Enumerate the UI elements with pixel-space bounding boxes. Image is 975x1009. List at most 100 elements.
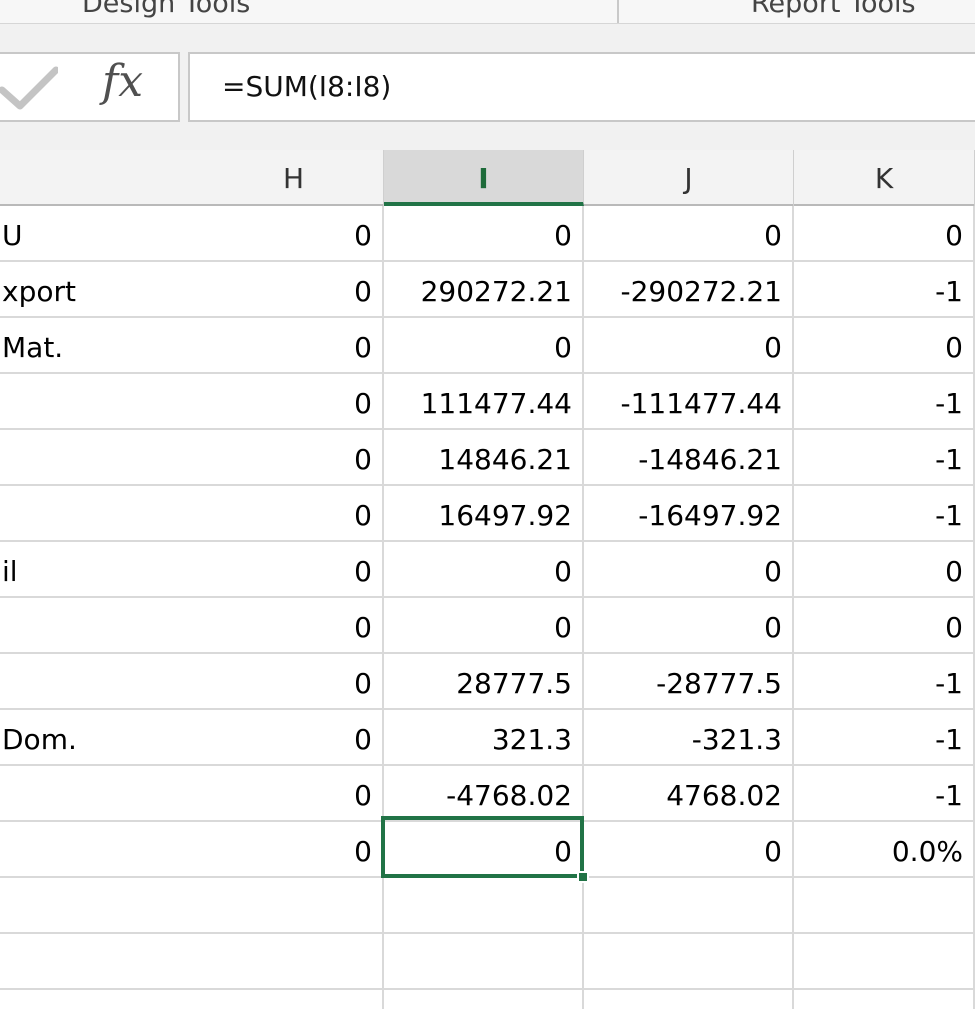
cell-i[interactable]: 111477.44 (384, 374, 584, 430)
cell-j[interactable]: 0 (584, 206, 794, 262)
cell-k[interactable]: -1 (794, 486, 975, 542)
row-label-cell[interactable] (0, 822, 204, 878)
cell-i[interactable]: 14846.21 (384, 430, 584, 486)
formula-buttons: fx (0, 52, 180, 122)
cell-k[interactable]: -1 (794, 262, 975, 318)
cell-h[interactable]: 0 (204, 654, 384, 710)
cell-j[interactable]: 0 (584, 822, 794, 878)
formula-input[interactable]: =SUM(I8:I8) (188, 52, 975, 122)
cell-k[interactable]: -1 (794, 374, 975, 430)
cell-k[interactable]: 0 (794, 206, 975, 262)
cell-h[interactable]: 0 (204, 542, 384, 598)
column-header-k[interactable]: K (794, 150, 975, 206)
cell-h[interactable]: 0 (204, 710, 384, 766)
row-label-cell[interactable] (0, 598, 204, 654)
cell-i[interactable] (384, 878, 584, 934)
row-label-cell[interactable] (0, 374, 204, 430)
formula-bar: fx =SUM(I8:I8) (0, 24, 975, 150)
cell-k[interactable]: -1 (794, 654, 975, 710)
row-label-cell[interactable] (0, 990, 204, 1009)
row-label-cell[interactable] (0, 430, 204, 486)
row-label-cell[interactable]: U (0, 206, 204, 262)
cell-k[interactable] (794, 878, 975, 934)
column-header-g[interactable] (0, 150, 204, 206)
cell-j[interactable] (584, 878, 794, 934)
table-row: U0000 (0, 206, 975, 262)
cell-h[interactable]: 0 (204, 318, 384, 374)
row-label-cell[interactable] (0, 766, 204, 822)
cell-i[interactable]: 28777.5 (384, 654, 584, 710)
cell-i[interactable]: 0 (384, 822, 584, 878)
cell-h[interactable]: 0 (204, 822, 384, 878)
cell-h[interactable] (204, 878, 384, 934)
cell-i[interactable] (384, 934, 584, 990)
cell-i[interactable]: 0 (384, 542, 584, 598)
table-row: Dom. 0 321.3 -321.3 -1 (0, 710, 975, 766)
cell-j[interactable]: -14846.21 (584, 430, 794, 486)
row-label-cell[interactable]: xport (0, 262, 204, 318)
cell-h[interactable]: 0 (204, 262, 384, 318)
cell-j[interactable]: 0 (584, 318, 794, 374)
spreadsheet-grid: H I J K U 0 0 0 0 xport 0 290272.21 -290272.21 -1… (0, 150, 975, 1009)
cell-j[interactable] (584, 934, 794, 990)
cell-j[interactable]: -16497.92 (584, 486, 794, 542)
ribbon-tab-design-tools[interactable]: Design Tools (82, 0, 250, 19)
cell-k[interactable]: -1 (794, 430, 975, 486)
cell-k[interactable] (794, 934, 975, 990)
column-header-j[interactable]: J (584, 150, 794, 206)
cell-j[interactable] (584, 990, 794, 1009)
cell-h[interactable]: 0 (204, 206, 384, 262)
cell-k[interactable]: 0 (794, 598, 975, 654)
check-icon[interactable] (0, 66, 58, 110)
cell-j[interactable]: -111477.44 (584, 374, 794, 430)
cell-i[interactable]: -4768.02 (384, 766, 584, 822)
row-label-cell[interactable] (0, 878, 204, 934)
row-label-cell[interactable]: il (0, 542, 204, 598)
cell-k[interactable] (794, 990, 975, 1009)
cell-i[interactable]: 290272.21 (384, 262, 584, 318)
cell-h[interactable]: 0 (204, 598, 384, 654)
column-header-h[interactable]: H (204, 150, 384, 206)
row-label-cell[interactable] (0, 934, 204, 990)
table-row: 0 28777.5 -28777.5 -1 (0, 654, 975, 710)
ribbon-tab-report-tools[interactable]: Report Tools (751, 0, 916, 19)
column-header-row: H I J K (0, 150, 975, 206)
row-label-cell[interactable] (0, 654, 204, 710)
table-row (0, 934, 975, 990)
cell-k[interactable]: -1 (794, 766, 975, 822)
table-row: 0 111477.44 -111477.44 -1 (0, 374, 975, 430)
row-label-cell[interactable] (0, 486, 204, 542)
cell-h[interactable] (204, 990, 384, 1009)
cell-i[interactable]: 0 (384, 206, 584, 262)
cell-i[interactable] (384, 990, 584, 1009)
cell-j[interactable]: 4768.02 (584, 766, 794, 822)
cell-h[interactable]: 0 (204, 430, 384, 486)
cell-k[interactable]: 0 (794, 542, 975, 598)
cell-k[interactable]: 0 (794, 318, 975, 374)
cell-h[interactable]: 0 (204, 374, 384, 430)
cell-j[interactable]: -290272.21 (584, 262, 794, 318)
fx-icon[interactable]: fx (102, 56, 143, 107)
cell-j[interactable]: 0 (584, 598, 794, 654)
table-row (0, 990, 975, 1009)
cell-h[interactable]: 0 (204, 486, 384, 542)
cell-k[interactable]: 0.0% (794, 822, 975, 878)
cell-k[interactable]: -1 (794, 710, 975, 766)
row-label-cell[interactable]: Dom. (0, 710, 204, 766)
cell-j[interactable]: 0 (584, 542, 794, 598)
cell-h[interactable] (204, 934, 384, 990)
cell-i[interactable]: 321.3 (384, 710, 584, 766)
cell-h[interactable]: 0 (204, 766, 384, 822)
table-row: Mat. 0 0 0 0 (0, 318, 975, 374)
row-label-cell[interactable]: Mat. (0, 318, 204, 374)
cell-i[interactable]: 0 (384, 598, 584, 654)
cell-i[interactable]: 16497.92 (384, 486, 584, 542)
table-row: xport 0 290272.21 -290272.21 -1 (0, 262, 975, 318)
cell-i[interactable]: 0 (384, 318, 584, 374)
cell-j[interactable]: -28777.5 (584, 654, 794, 710)
cell-j[interactable]: -321.3 (584, 710, 794, 766)
fill-handle[interactable] (577, 871, 589, 883)
table-row: 0 16497.92 -16497.92 -1 (0, 486, 975, 542)
column-header-i[interactable]: I (384, 150, 584, 206)
table-row (0, 878, 975, 934)
